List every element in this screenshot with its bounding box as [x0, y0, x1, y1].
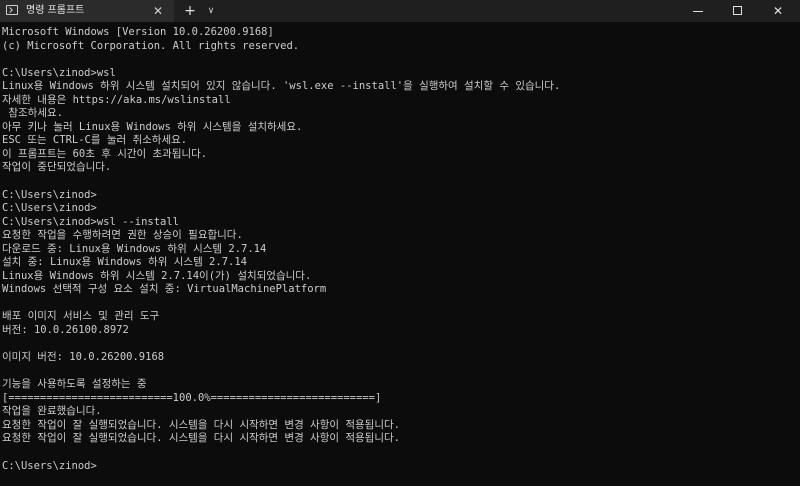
terminal-line: Linux용 Windows 하위 시스템 설치되어 있지 않습니다. 'wsl… [2, 80, 561, 93]
tab-close-button[interactable]: ✕ [150, 2, 166, 20]
terminal-line: 아무 키나 눌러 Linux용 Windows 하위 시스템을 설치하세요. [2, 120, 303, 133]
tab-dropdown-button[interactable]: ∨ [202, 1, 220, 21]
terminal-line: 작업이 중단되었습니다. [2, 161, 112, 174]
terminal-line: 이 프롬프트는 60초 후 시간이 초과됩니다. [2, 147, 208, 160]
minimize-icon [693, 11, 703, 12]
terminal-line: (c) Microsoft Corporation. All rights re… [2, 39, 300, 52]
terminal-line: C:\Users\zinod>wsl --install [2, 215, 180, 228]
close-icon: ✕ [772, 4, 784, 18]
terminal-window: 명령 프롬프트 ✕ + ∨ ✕ Microsoft Windows [Versi… [0, 0, 800, 486]
terminal-line: 버전: 10.0.26100.8972 [2, 324, 129, 337]
terminal-line: C:\Users\zinod> [2, 459, 97, 472]
terminal-line: 기능을 사용하도록 설정하는 중 [2, 378, 147, 391]
terminal-line: 요청한 작업이 잘 실행되었습니다. 시스템을 다시 시작하면 변경 사항이 적… [2, 418, 400, 431]
tab-title: 명령 프롬프트 [26, 5, 85, 16]
terminal-line: 요청한 작업을 수행하려면 권한 상승이 필요합니다. [2, 229, 243, 242]
terminal-line: [==========================100.0%=======… [2, 391, 382, 404]
title-bar[interactable]: 명령 프롬프트 ✕ + ∨ ✕ [0, 0, 800, 22]
terminal-line: Linux용 Windows 하위 시스템 2.7.14이(가) 설치되었습니다… [2, 269, 312, 282]
terminal-line: 요청한 작업이 잘 실행되었습니다. 시스템을 다시 시작하면 변경 사항이 적… [2, 432, 400, 445]
terminal-line: 설치 중: Linux용 Windows 하위 시스템 2.7.14 [2, 256, 247, 269]
terminal-line: C:\Users\zinod> [2, 202, 97, 215]
terminal-line: 참조하세요. [2, 107, 63, 120]
terminal-line: 작업을 완료했습니다. [2, 405, 102, 418]
maximize-button[interactable] [718, 0, 758, 22]
terminal-line: Windows 선택적 구성 요소 설치 중: VirtualMachinePl… [2, 283, 327, 296]
terminal-line: 이미지 버전: 10.0.26200.9168 [2, 351, 165, 364]
terminal-line: C:\Users\zinod>wsl [2, 66, 116, 79]
terminal-output[interactable]: Microsoft Windows [Version 10.0.26200.91… [0, 22, 800, 486]
terminal-line: Microsoft Windows [Version 10.0.26200.91… [2, 26, 274, 38]
terminal-line: 자세한 내용은 https://aka.ms/wslinstall [2, 93, 231, 106]
terminal-line: ESC 또는 CTRL-C를 눌러 취소하세요. [2, 134, 188, 147]
terminal-line: 다운로드 중: Linux용 Windows 하위 시스템 2.7.14 [2, 242, 267, 255]
terminal-lines: Microsoft Windows [Version 10.0.26200.91… [2, 26, 792, 473]
new-tab-button[interactable]: + [180, 1, 200, 21]
maximize-icon [733, 6, 742, 15]
close-window-button[interactable]: ✕ [758, 0, 798, 22]
tab-command-prompt[interactable]: 명령 프롬프트 ✕ [0, 0, 174, 22]
minimize-button[interactable] [678, 0, 718, 22]
terminal-line: C:\Users\zinod> [2, 188, 97, 201]
terminal-line: 배포 이미지 서비스 및 관리 도구 [2, 310, 160, 323]
terminal-icon [6, 5, 18, 15]
